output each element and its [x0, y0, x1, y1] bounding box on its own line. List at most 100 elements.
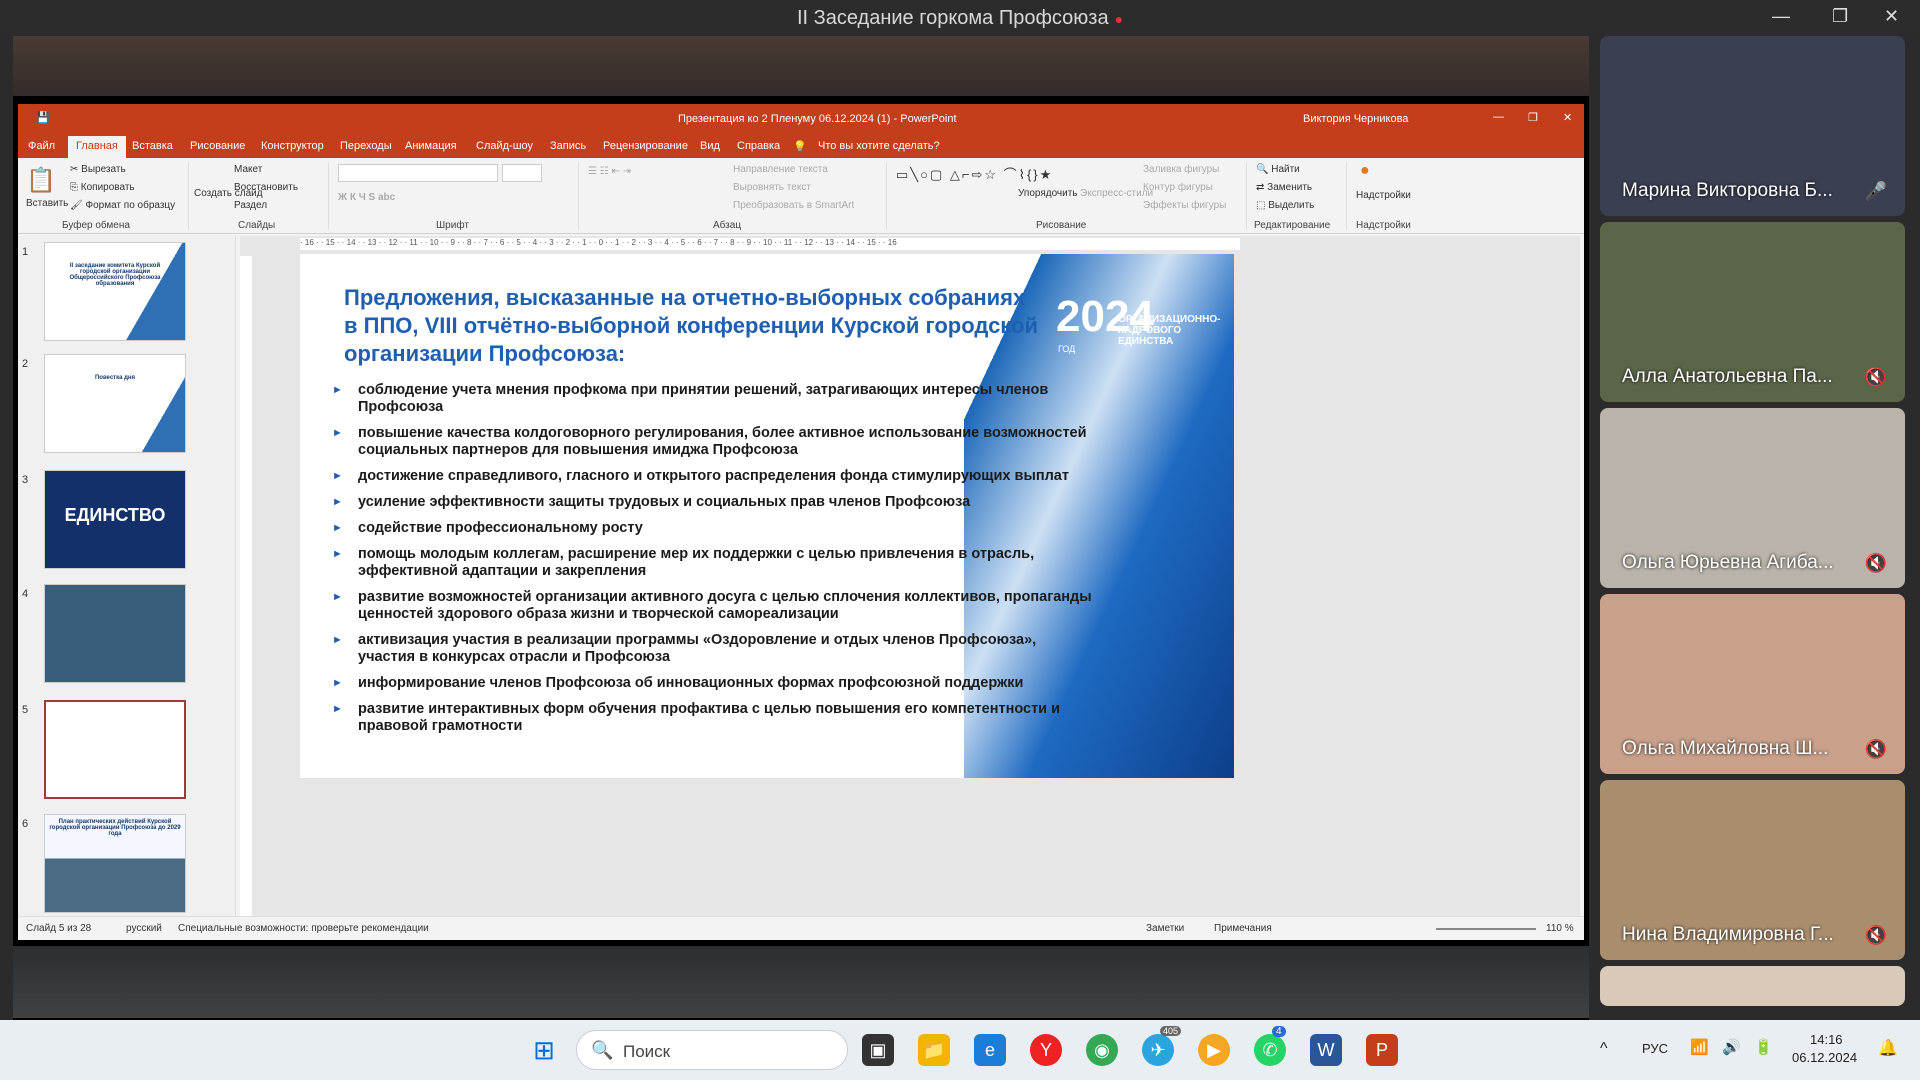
clock-time[interactable]: 14:16: [1810, 1032, 1843, 1047]
tab-record[interactable]: Запись: [550, 140, 586, 152]
participant-tile[interactable]: Ольга Михайловна Ш... 🔇: [1600, 594, 1905, 774]
format-painter-button[interactable]: 🖌 Формат по образцу: [70, 200, 175, 211]
reset-button[interactable]: Восстановить: [234, 182, 298, 193]
align-text-button[interactable]: Выровнять текст: [733, 182, 811, 193]
thumb-title: Повестка дня: [94, 375, 136, 381]
ppt-maximize-icon[interactable]: ❐: [1528, 111, 1538, 124]
bullet-item: усиление эффективности защиты трудовых и…: [332, 494, 1092, 511]
slide-thumbnail-5-selected[interactable]: [44, 700, 186, 799]
addins-icon[interactable]: ●: [1360, 162, 1370, 180]
arrange-button[interactable]: Упорядочить: [1018, 188, 1078, 199]
close-button[interactable]: ✕: [1884, 6, 1899, 27]
paste-button[interactable]: Вставить: [26, 198, 68, 209]
edge-icon[interactable]: e: [974, 1034, 1006, 1066]
tab-insert[interactable]: Вставка: [132, 140, 173, 152]
clock-date[interactable]: 06.12.2024: [1792, 1050, 1857, 1065]
mic-muted-icon: 🔇: [1864, 739, 1887, 759]
chrome-icon[interactable]: ◉: [1086, 1034, 1118, 1066]
zoom-level[interactable]: 110 %: [1546, 923, 1574, 934]
save-icon[interactable]: 💾: [36, 111, 50, 124]
addins-button[interactable]: Надстройки: [1356, 190, 1411, 201]
chevron-up-icon[interactable]: ^: [1600, 1040, 1608, 1058]
font-name-select[interactable]: [338, 164, 498, 182]
find-button[interactable]: 🔍 Найти: [1256, 164, 1300, 175]
language-indicator[interactable]: РУС: [1642, 1041, 1668, 1056]
yandex-icon[interactable]: Y: [1030, 1034, 1062, 1066]
section-button[interactable]: Раздел: [234, 200, 267, 211]
layout-button[interactable]: Макет: [234, 164, 262, 175]
cut-button[interactable]: ✂ Вырезать: [70, 164, 126, 175]
shape-fill-button[interactable]: Заливка фигуры: [1143, 164, 1219, 175]
bullet-item: помощь молодым коллегам, расширение мер …: [332, 546, 1092, 580]
shape-effects-button[interactable]: Эффекты фигуры: [1143, 200, 1226, 211]
slide-thumbnail-3[interactable]: ЕДИНСТВО: [44, 470, 186, 569]
comments-button[interactable]: Примечания: [1214, 923, 1272, 934]
bullets-icon[interactable]: ☰ ☷ ⇤ ⇥: [588, 166, 631, 177]
battery-icon[interactable]: 🔋: [1754, 1038, 1773, 1056]
word-icon[interactable]: W: [1310, 1034, 1342, 1066]
participant-tile[interactable]: Нина Владимировна Г... 🔇: [1600, 780, 1905, 960]
participant-tile[interactable]: Марина Викторовна Б... 🎤: [1600, 36, 1905, 216]
shapes-gallery[interactable]: ▭╲○▢ △⌐⇨☆ ⌒⌇{}★: [896, 164, 1053, 183]
text-direction-button[interactable]: Направление текста: [733, 164, 828, 175]
slide-thumbnail-2[interactable]: Повестка дня: [44, 354, 186, 453]
task-view-icon[interactable]: ▣: [862, 1034, 894, 1066]
slide-counter: Слайд 5 из 28: [26, 923, 92, 934]
select-button[interactable]: ⬚ Выделить: [1256, 200, 1314, 211]
accessibility-status[interactable]: Специальные возможности: проверьте реком…: [178, 923, 429, 934]
ppt-close-icon[interactable]: ✕: [1563, 111, 1572, 124]
whatsapp-icon[interactable]: ✆: [1254, 1034, 1286, 1066]
restore-button[interactable]: ❐: [1832, 6, 1848, 27]
start-icon[interactable]: ⊞: [528, 1034, 560, 1066]
ppt-minimize-icon[interactable]: —: [1493, 111, 1504, 123]
wifi-icon[interactable]: 📶: [1690, 1038, 1709, 1056]
notes-button[interactable]: Заметки: [1146, 923, 1184, 934]
current-slide[interactable]: 2024 ГОД ОРГАНИЗАЦИОННО-КАДРОВОГО ЕДИНСТ…: [300, 254, 1234, 778]
status-bar: Слайд 5 из 28 русский Специальные возмож…: [18, 916, 1584, 940]
paste-icon[interactable]: 📋: [26, 166, 56, 195]
slide-thumbnail-6[interactable]: План практических действий Курской город…: [44, 814, 186, 913]
minimize-button[interactable]: —: [1772, 6, 1790, 27]
participant-name: Алла Анатольевна Па...: [1622, 366, 1833, 387]
media-player-icon[interactable]: ▶: [1198, 1034, 1230, 1066]
participant-tile[interactable]: Алла Анатольевна Па... 🔇: [1600, 222, 1905, 402]
tab-design[interactable]: Конструктор: [261, 140, 324, 152]
copy-button[interactable]: ⎘ Копировать: [70, 182, 135, 193]
bullet-item: развитие возможностей организации активн…: [332, 589, 1092, 623]
slide-thumbnail-4[interactable]: [44, 584, 186, 683]
tab-animations[interactable]: Анимация: [405, 140, 457, 152]
tell-me-search[interactable]: Что вы хотите сделать?: [818, 140, 940, 152]
font-size-select[interactable]: [502, 164, 542, 182]
ppt-titlebar: 💾 Презентация ко 2 Пленуму 06.12.2024 (1…: [18, 104, 1584, 134]
tab-draw[interactable]: Рисование: [190, 140, 245, 152]
thumb-number: 6: [22, 818, 29, 830]
group-slides: Слайды: [238, 220, 276, 231]
language-indicator[interactable]: русский: [126, 923, 162, 934]
participants-panel: Марина Викторовна Б... 🎤 Алла Анатольевна…: [1600, 36, 1908, 1006]
smartart-button[interactable]: Преобразовать в SmartArt: [733, 200, 854, 211]
horizontal-ruler: · 16 · · 15 · · 14 · · 13 · · 12 · · 11 …: [300, 238, 1240, 250]
notification-bell-icon[interactable]: 🔔: [1878, 1038, 1898, 1058]
powerpoint-icon[interactable]: P: [1366, 1034, 1398, 1066]
volume-icon[interactable]: 🔊: [1722, 1038, 1741, 1056]
file-explorer-icon[interactable]: 📁: [918, 1034, 950, 1066]
tab-home[interactable]: Главная: [68, 136, 126, 158]
tab-help[interactable]: Справка: [737, 140, 780, 152]
tab-slideshow[interactable]: Слайд-шоу: [476, 140, 533, 152]
recording-indicator: ●: [1114, 11, 1124, 27]
replace-button[interactable]: ⇄ Заменить: [1256, 182, 1312, 193]
shape-outline-button[interactable]: Контур фигуры: [1143, 182, 1213, 193]
mic-muted-icon: 🔇: [1864, 553, 1887, 573]
participant-tile[interactable]: [1600, 966, 1905, 1006]
slide-thumbnail-1[interactable]: II заседание комитета Курской городской …: [44, 242, 186, 341]
bold-icon[interactable]: Ж К Ч S abc: [338, 192, 395, 203]
taskbar-search[interactable]: 🔍 Поиск: [576, 1030, 848, 1070]
zoom-slider[interactable]: [1436, 928, 1536, 930]
tab-view[interactable]: Вид: [700, 140, 720, 152]
tab-file[interactable]: Файл: [28, 140, 55, 152]
ppt-user-name[interactable]: Виктория Черникова: [1303, 113, 1408, 125]
tab-transitions[interactable]: Переходы: [340, 140, 392, 152]
participant-tile[interactable]: Ольга Юрьевна Агиба... 🔇: [1600, 408, 1905, 588]
telegram-icon[interactable]: ✈: [1142, 1034, 1174, 1066]
tab-review[interactable]: Рецензирование: [603, 140, 688, 152]
